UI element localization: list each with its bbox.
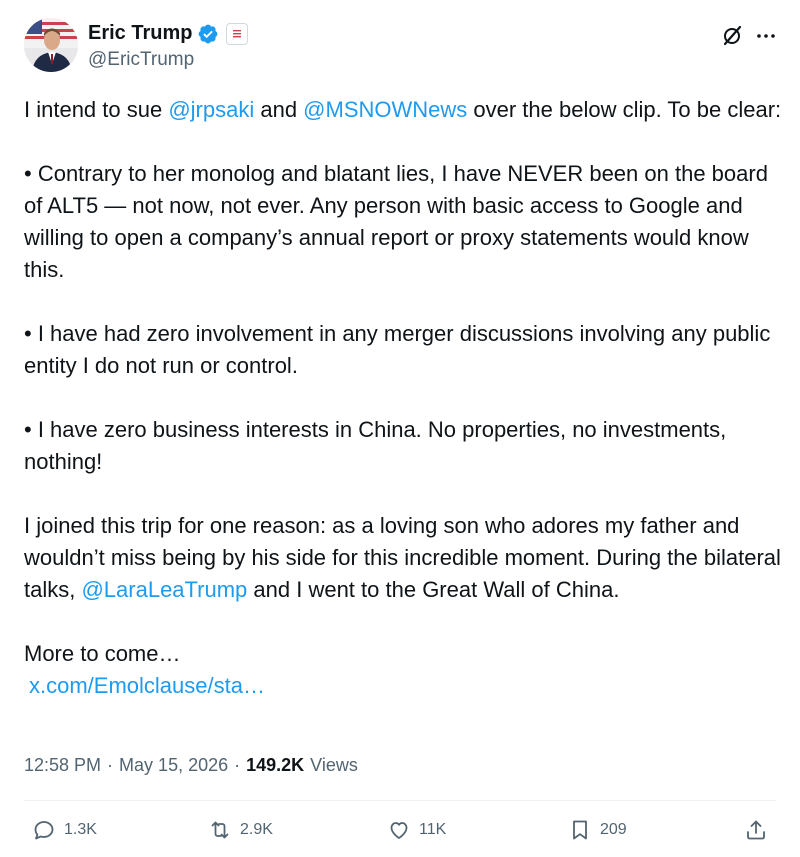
avatar[interactable] — [24, 18, 78, 72]
author-name[interactable]: Eric Trump — [88, 22, 192, 45]
post-time[interactable]: 12:58 PM — [24, 755, 101, 776]
mention-laraleatrump[interactable]: @LaraLeaTrump — [81, 577, 247, 602]
bookmark-button[interactable]: 209 — [568, 818, 627, 842]
reply-icon — [34, 821, 54, 840]
more-options-icon[interactable] — [754, 24, 778, 48]
post-bullet-1: • Contrary to her monolog and blatant li… — [24, 161, 768, 282]
repost-count: 2.9K — [240, 821, 273, 838]
share-icon — [747, 820, 765, 840]
views-count: 149.2K — [246, 755, 305, 775]
post-more: More to come… — [24, 641, 181, 666]
share-button[interactable] — [744, 818, 768, 842]
post-metadata: 12:58 PM · May 15, 2026 · 149.2K Views — [24, 755, 358, 776]
post-bullet-2: • I have had zero involvement in any mer… — [24, 321, 771, 378]
post-closing: I joined this trip for one reason: as a … — [24, 513, 781, 602]
affiliation-badge-icon[interactable] — [226, 22, 249, 45]
quoted-link[interactable]: x.com/Emolclause/sta… — [29, 670, 265, 702]
bookmark-count: 209 — [600, 821, 627, 838]
author-handle[interactable]: @EricTrump — [88, 49, 194, 71]
post-date[interactable]: May 15, 2026 — [119, 755, 228, 776]
post-bullet-3: • I have zero business interests in Chin… — [24, 417, 727, 474]
author-name-row: Eric Trump — [88, 22, 249, 45]
repost-button[interactable]: 2.9K — [208, 818, 273, 842]
reply-count: 1.3K — [64, 821, 97, 838]
post-intro: I intend to sue @jrpsaki and @MSNOWNews … — [24, 97, 782, 122]
post-header: Eric Trump @EricTrump — [24, 18, 784, 78]
bookmark-icon — [573, 820, 587, 840]
heart-icon — [390, 822, 408, 839]
mention-jrpsaki[interactable]: @jrpsaki — [168, 97, 254, 122]
verified-badge-icon[interactable] — [197, 23, 219, 45]
views-label: Views — [310, 755, 358, 775]
like-count: 11K — [419, 821, 447, 838]
grok-icon[interactable] — [720, 24, 744, 48]
post-text: I intend to sue @jrpsaki and @MSNOWNews … — [24, 94, 784, 702]
mention-msnownews[interactable]: @MSNOWNews — [303, 97, 467, 122]
like-button[interactable]: 11K — [387, 818, 446, 842]
action-bar: 1.3K 2.9K 11K 209 — [32, 818, 772, 854]
repost-icon — [211, 821, 229, 839]
divider — [24, 800, 776, 801]
reply-button[interactable]: 1.3K — [32, 818, 97, 842]
